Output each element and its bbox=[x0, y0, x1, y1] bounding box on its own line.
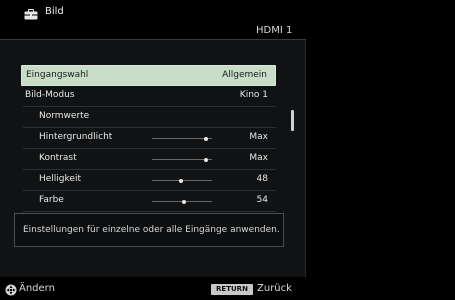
menu-item-normwerte[interactable]: Normwerte bbox=[21, 107, 276, 128]
back-label: Zurück bbox=[257, 283, 292, 294]
menu-item-label: Eingangswahl bbox=[26, 70, 89, 80]
footer: Ändern RETURN Zurück bbox=[0, 280, 455, 300]
menu-item-value: Max bbox=[249, 132, 268, 142]
input-source-label: HDMI 1 bbox=[256, 25, 293, 36]
menu-item-value: Allgemein bbox=[222, 70, 267, 80]
settings-menu: Eingangswahl Allgemein Bild-Modus Kino 1 Nor… bbox=[21, 65, 276, 212]
return-button[interactable]: RETURN bbox=[211, 284, 253, 295]
menu-item-bild-modus[interactable]: Bild-Modus Kino 1 bbox=[21, 86, 276, 107]
menu-item-label: Kontrast bbox=[39, 153, 77, 163]
slider-knob[interactable] bbox=[204, 157, 208, 162]
menu-item-label: Helligkeit bbox=[39, 174, 81, 184]
toolbox-icon bbox=[24, 9, 38, 20]
row-divider bbox=[23, 211, 276, 212]
menu-item-helligkeit[interactable]: Helligkeit 48 bbox=[21, 170, 276, 191]
slider-knob[interactable] bbox=[182, 199, 187, 204]
menu-item-hintergrundlicht[interactable]: Hintergrundlicht Max bbox=[21, 128, 276, 149]
info-box: Einstellungen für einzelne oder alle Ein… bbox=[14, 213, 284, 247]
page-title: Bild bbox=[45, 6, 64, 17]
menu-item-kontrast[interactable]: Kontrast Max bbox=[21, 149, 276, 170]
menu-item-label: Normwerte bbox=[39, 111, 90, 121]
menu-scrollbar[interactable] bbox=[291, 110, 294, 131]
value-slider[interactable] bbox=[152, 199, 212, 204]
menu-item-farbe[interactable]: Farbe 54 bbox=[21, 191, 276, 212]
value-slider[interactable] bbox=[152, 178, 212, 183]
menu-item-label: Farbe bbox=[39, 195, 64, 205]
menu-item-value: Max bbox=[249, 153, 268, 163]
menu-item-label: Hintergrundlicht bbox=[39, 132, 113, 142]
menu-item-value: 54 bbox=[256, 195, 268, 205]
menu-item-value: Kino 1 bbox=[239, 90, 268, 100]
menu-item-eingangswahl[interactable]: Eingangswahl Allgemein bbox=[21, 65, 276, 86]
change-label: Ändern bbox=[19, 283, 55, 294]
header: Bild HDMI 1 bbox=[0, 0, 455, 40]
menu-item-label: Bild-Modus bbox=[25, 90, 75, 100]
slider-knob[interactable] bbox=[178, 178, 183, 183]
value-slider[interactable] bbox=[152, 157, 212, 162]
info-text: Einstellungen für einzelne oder alle Ein… bbox=[23, 225, 280, 235]
menu-item-value: 48 bbox=[256, 174, 268, 184]
value-slider[interactable] bbox=[152, 136, 212, 141]
dpad-icon bbox=[5, 284, 17, 296]
slider-knob[interactable] bbox=[204, 136, 208, 141]
